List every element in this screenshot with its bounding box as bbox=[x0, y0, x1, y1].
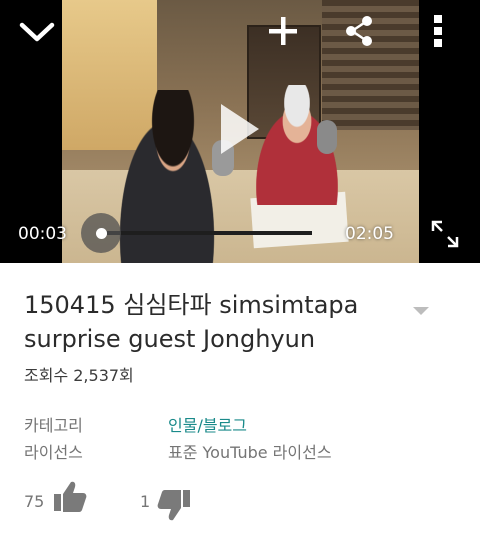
chevron-down-icon bbox=[19, 22, 55, 42]
more-vert-icon bbox=[434, 15, 442, 47]
dislike-button[interactable] bbox=[156, 487, 192, 523]
frame-person-left bbox=[107, 90, 227, 263]
fullscreen-button[interactable] bbox=[426, 215, 464, 253]
seek-handle[interactable] bbox=[96, 228, 107, 239]
dislike-count: 1 bbox=[140, 492, 151, 511]
more-options-button[interactable] bbox=[426, 12, 450, 50]
play-icon[interactable] bbox=[221, 104, 259, 154]
frame-mic-right bbox=[317, 120, 337, 154]
video-player[interactable]: 00:03 02:05 bbox=[0, 0, 480, 263]
plus-icon bbox=[269, 17, 297, 45]
thumbs-up-icon bbox=[54, 481, 87, 512]
add-to-playlist-button[interactable] bbox=[266, 14, 300, 48]
category-link[interactable]: 인물/블로그 bbox=[168, 412, 247, 436]
seek-bar[interactable] bbox=[102, 231, 312, 235]
thumbs-down-icon bbox=[157, 490, 190, 521]
video-title: 150415 심심타파 simsimtapa surprise guest Jo… bbox=[24, 291, 359, 353]
collapse-button[interactable] bbox=[18, 18, 56, 46]
current-time: 00:03 bbox=[18, 224, 67, 244]
duration-time: 02:05 bbox=[345, 224, 394, 244]
view-count: 조회수 2,537회 bbox=[24, 366, 134, 385]
share-icon bbox=[346, 16, 372, 46]
fullscreen-icon bbox=[431, 220, 459, 248]
license-value: 표준 YouTube 라이선스 bbox=[168, 443, 332, 462]
license-label: 라이선스 bbox=[24, 443, 83, 462]
expand-description-icon[interactable] bbox=[413, 307, 429, 315]
share-button[interactable] bbox=[342, 14, 376, 48]
category-label: 카테고리 bbox=[24, 416, 83, 435]
like-count: 75 bbox=[24, 492, 45, 511]
like-button[interactable] bbox=[52, 479, 88, 515]
